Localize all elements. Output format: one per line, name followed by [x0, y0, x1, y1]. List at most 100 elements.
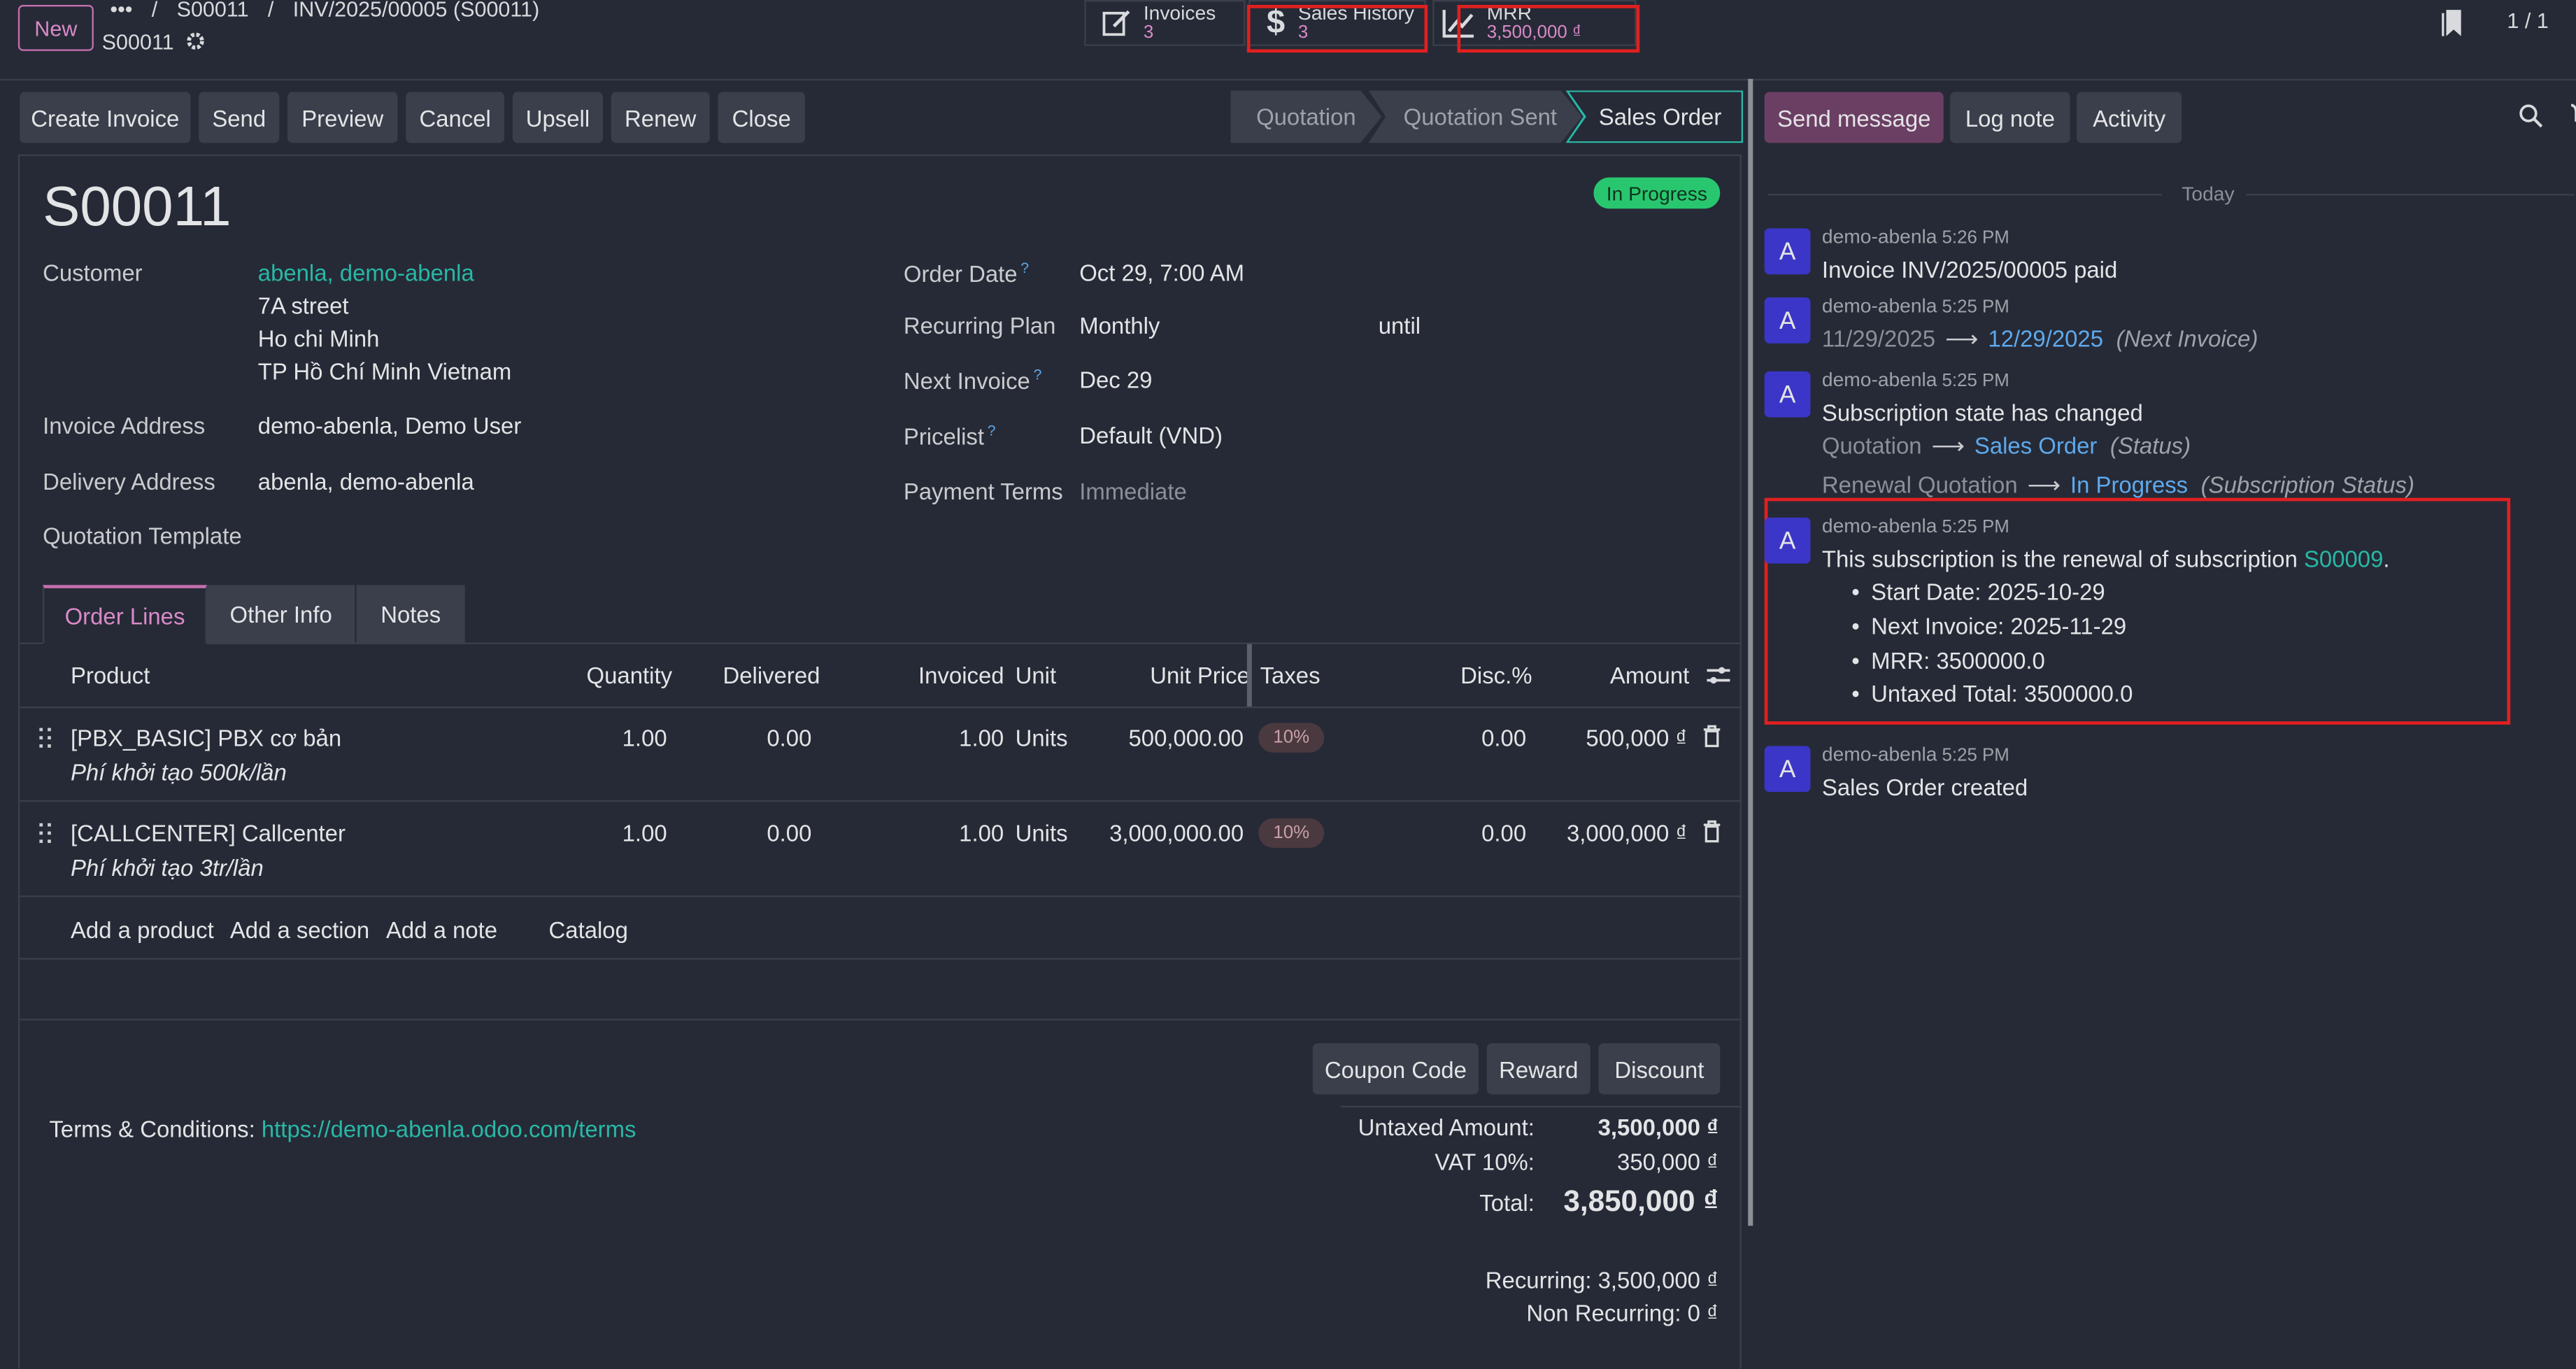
order-date-field[interactable]: Oct 29, 7:00 AM — [1079, 260, 1244, 286]
delivery-address-field[interactable]: abenla, demo-abenla — [258, 468, 474, 495]
trash-icon[interactable] — [1702, 725, 1721, 748]
column-header-delivered[interactable]: Delivered — [723, 662, 820, 689]
recurring-total: Recurring: 3,500,000 ₫ — [1485, 1267, 1718, 1293]
tab-other-info[interactable]: Other Info — [206, 585, 355, 644]
bookmark-icon[interactable] — [2441, 8, 2464, 38]
column-header-invoiced[interactable]: Invoiced — [918, 662, 1004, 689]
renew-button[interactable]: Renew — [611, 92, 710, 143]
top-bar: New ••• / S00011 / INV/2025/00005 (S0001… — [0, 0, 2576, 81]
stage-quotation-sent[interactable]: Quotation Sent — [1368, 90, 1582, 143]
avatar[interactable]: A — [1764, 228, 1811, 275]
amount-cell: 500,000 ₫ — [1586, 724, 1688, 751]
list-item: Start Date: 2025-10-29 — [1851, 579, 2105, 605]
highlight-box — [1457, 5, 1640, 53]
message-author: demo-abenla 5:25 PM — [1821, 294, 2009, 318]
customer-address-line: 7A street — [257, 292, 349, 319]
breadcrumb-order[interactable]: S00011 — [177, 0, 249, 22]
product-name[interactable]: [CALLCENTER] Callcenter — [71, 820, 346, 846]
subscription-link[interactable]: S00009 — [2304, 546, 2383, 572]
product-description: Phí khởi tạo 500k/lần — [71, 759, 287, 786]
column-header-product[interactable]: Product — [71, 662, 150, 689]
tax-badge[interactable]: 10% — [1258, 723, 1325, 753]
breadcrumb-separator: / — [151, 0, 158, 22]
delivery-address-label: Delivery Address — [43, 468, 215, 495]
catalog-link[interactable]: Catalog — [549, 917, 628, 944]
breadcrumb-invoice[interactable]: INV/2025/00005 (S00011) — [293, 0, 540, 22]
terms-label: Terms & Conditions: — [49, 1115, 255, 1142]
message-body: Invoice INV/2025/00005 paid — [1821, 256, 2118, 283]
tracking-change: 11/29/2025 ⟶ 12/29/2025 (Next Invoice) — [1822, 325, 2258, 353]
non-recurring-total: Non Recurring: 0 ₫ — [1526, 1299, 1718, 1326]
drag-handle-icon[interactable] — [39, 823, 52, 843]
add-product-link[interactable]: Add a product — [71, 917, 214, 944]
product-description: Phí khởi tạo 3tr/lần — [71, 854, 264, 881]
edit-icon — [1102, 10, 1130, 36]
upsell-button[interactable]: Upsell — [512, 92, 604, 143]
new-button[interactable]: New — [17, 5, 94, 51]
unit-price-cell[interactable]: 3,000,000.00 — [1063, 820, 1244, 846]
unit-price-cell[interactable]: 500,000.00 — [1079, 725, 1244, 751]
invoices-smart-button[interactable]: Invoices 3 — [1084, 0, 1246, 46]
stage-sales-order[interactable]: Sales Order — [1569, 92, 1742, 142]
column-resize-handle[interactable] — [1246, 644, 1252, 707]
recurring-plan-field[interactable]: Monthly — [1079, 312, 1160, 339]
drag-handle-icon[interactable] — [39, 728, 52, 748]
avatar[interactable]: A — [1764, 371, 1811, 418]
add-section-link[interactable]: Add a section — [230, 917, 369, 944]
log-note-button[interactable]: Log note — [1950, 92, 2070, 143]
arrow-right-icon: ⟶ — [2027, 471, 2061, 498]
column-settings-icon[interactable] — [1705, 664, 1732, 687]
breadcrumb-menu[interactable]: ••• — [110, 0, 132, 22]
paperclip-icon[interactable] — [2563, 102, 2576, 129]
message-body: Sales Order created — [1821, 774, 2028, 800]
column-header-unit-price[interactable]: Unit Price — [1150, 662, 1250, 689]
next-invoice-field[interactable]: Dec 29 — [1079, 367, 1152, 393]
gear-icon[interactable] — [187, 31, 206, 51]
column-header-quantity[interactable]: Quantity — [587, 662, 672, 689]
delivered-cell: 0.00 — [767, 724, 812, 751]
customer-link[interactable]: abenla, demo-abenla — [258, 260, 474, 286]
amount-cell: 3,000,000 ₫ — [1567, 820, 1688, 846]
avatar[interactable]: A — [1764, 746, 1811, 793]
close-button[interactable]: Close — [718, 92, 805, 143]
column-header-unit[interactable]: Unit — [1016, 662, 1057, 689]
tax-badge[interactable]: 10% — [1258, 818, 1325, 849]
search-icon[interactable] — [2519, 104, 2543, 128]
send-message-button[interactable]: Send message — [1764, 92, 1944, 143]
activity-button[interactable]: Activity — [2077, 92, 2182, 143]
tab-notes[interactable]: Notes — [356, 585, 465, 644]
tab-order-lines[interactable]: Order Lines — [43, 585, 207, 644]
pricelist-field[interactable]: Default (VND) — [1079, 423, 1223, 449]
trash-icon[interactable] — [1702, 820, 1721, 843]
avatar[interactable]: A — [1764, 517, 1811, 564]
payment-terms-field[interactable]: Immediate — [1079, 478, 1187, 505]
reward-button[interactable]: Reward — [1486, 1043, 1591, 1095]
stage-quotation[interactable]: Quotation — [1230, 90, 1382, 143]
pricelist-label: Pricelist? — [903, 422, 996, 450]
message-body: Subscription state has changed — [1821, 399, 2143, 426]
cancel-button[interactable]: Cancel — [406, 92, 505, 143]
pager[interactable]: 1 / 1 — [2507, 8, 2548, 33]
add-note-link[interactable]: Add a note — [386, 917, 497, 944]
quantity-cell[interactable]: 1.00 — [569, 725, 667, 751]
terms-link[interactable]: https://demo-abenla.odoo.com/terms — [262, 1116, 636, 1142]
column-header-discount[interactable]: Disc.% — [1460, 662, 1532, 689]
invoice-address-field[interactable]: demo-abenla, Demo User — [258, 413, 522, 439]
create-invoice-button[interactable]: Create Invoice — [20, 92, 191, 143]
product-name[interactable]: [PBX_BASIC] PBX cơ bản — [71, 725, 341, 751]
terms-conditions: Terms & Conditions: https://demo-abenla.… — [49, 1116, 636, 1142]
vat-value: 350,000 ₫ — [1617, 1148, 1718, 1175]
unit-cell[interactable]: Units — [1016, 820, 1068, 846]
coupon-code-button[interactable]: Coupon Code — [1312, 1043, 1479, 1095]
recurring-plan-label: Recurring Plan — [903, 312, 1056, 339]
message-author: demo-abenla 5:25 PM — [1821, 368, 2009, 392]
avatar[interactable]: A — [1764, 297, 1811, 343]
column-header-taxes[interactable]: Taxes — [1260, 662, 1321, 689]
unit-cell[interactable]: Units — [1016, 725, 1068, 751]
table-row-divider — [20, 895, 1742, 898]
discount-button[interactable]: Discount — [1598, 1043, 1721, 1095]
quantity-cell[interactable]: 1.00 — [569, 820, 667, 846]
send-button[interactable]: Send — [199, 92, 280, 143]
preview-button[interactable]: Preview — [287, 92, 398, 143]
column-header-amount[interactable]: Amount — [1610, 662, 1689, 689]
